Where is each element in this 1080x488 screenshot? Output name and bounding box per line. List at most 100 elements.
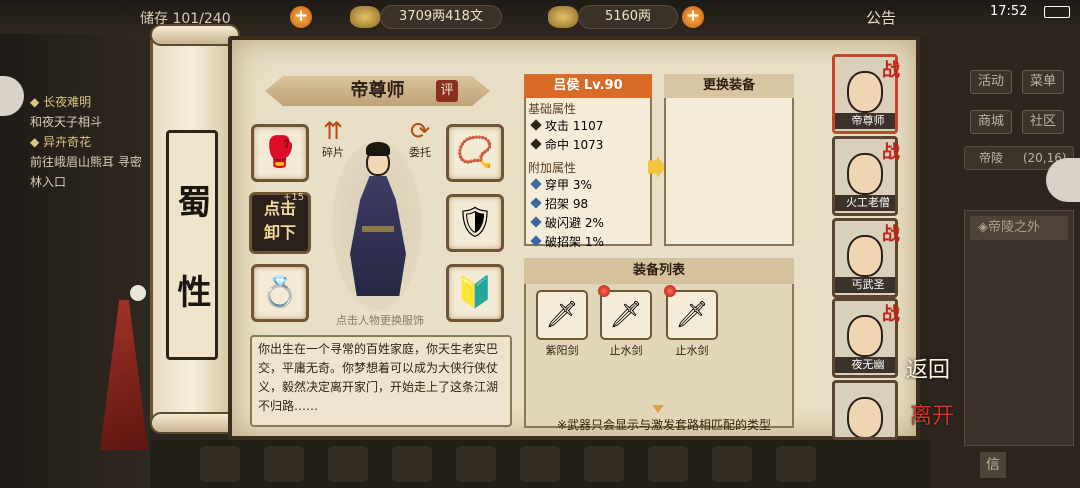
- pendant-slot[interactable]: 🔰: [446, 264, 504, 322]
- avatar: [847, 315, 883, 357]
- roster-name: 帝尊师: [835, 113, 895, 129]
- stat-header: 吕侯 Lv.90: [524, 74, 652, 98]
- unequip-button[interactable]: 点击 卸下: [249, 197, 311, 245]
- quest-title: ◆ 异卉奇花: [30, 135, 92, 149]
- activity-button[interactable]: 活动: [970, 70, 1012, 94]
- equipment-item[interactable]: 🗡: [666, 290, 718, 340]
- return-button[interactable]: 返回: [906, 360, 956, 382]
- diamond-icon: [530, 119, 542, 131]
- menu-icon[interactable]: [200, 446, 240, 482]
- minimap-panel: [964, 210, 1074, 446]
- avatar: [847, 235, 883, 277]
- new-badge-icon: [598, 285, 610, 297]
- equipment-name: 止水剑: [675, 344, 709, 357]
- roster-member[interactable]: [832, 380, 898, 440]
- quest-tracker[interactable]: ◆ 长夜难明 和夜天子相斗 ◆ 异卉奇花 前往峨眉山熊耳 寻密林入口: [30, 92, 150, 192]
- silver-coin-icon: [350, 6, 380, 28]
- base-stat-title: 基础属性: [528, 102, 577, 116]
- bracer-slot[interactable]: 🥊: [251, 124, 309, 182]
- quest-item[interactable]: ◆ 异卉奇花 前往峨眉山熊耳 寻密林入口: [30, 132, 150, 192]
- extra-stat-title: 附加属性: [528, 161, 577, 175]
- menu-icon[interactable]: [776, 446, 816, 482]
- menu-icon[interactable]: [392, 446, 432, 482]
- equipment-name: 紫阳剑: [545, 344, 579, 357]
- armor-icon: 🛡: [455, 205, 495, 240]
- change-equipment-panel[interactable]: [664, 74, 794, 246]
- outfit-hint: 点击人物更换服饰: [336, 314, 424, 327]
- stat-row: 破招架 1%: [528, 233, 650, 252]
- stat-row: 招架 98: [528, 195, 650, 214]
- community-button[interactable]: 社区: [1022, 110, 1064, 134]
- scroll-bottom-roller: [150, 412, 240, 434]
- entrust-icon[interactable]: ⟳: [405, 116, 435, 146]
- character-belt: [362, 226, 394, 232]
- menu-icon[interactable]: [456, 446, 496, 482]
- roster-name: 火工老僧: [835, 195, 895, 211]
- quest-detail: 和夜天子相斗: [30, 115, 103, 129]
- weapon-level: +15: [283, 192, 305, 203]
- menu-button[interactable]: 菜单: [1022, 70, 1064, 94]
- rate-button[interactable]: 评: [436, 80, 458, 102]
- entrust-label: 委托: [409, 146, 431, 159]
- menu-icon[interactable]: [520, 446, 560, 482]
- diamond-icon: [530, 197, 542, 209]
- equipment-name: 止水剑: [609, 344, 643, 357]
- diamond-icon: [530, 138, 542, 150]
- leave-button[interactable]: 离开: [910, 406, 956, 428]
- stat-row: 攻击 1107: [528, 117, 650, 136]
- necklace-slot[interactable]: 📿: [446, 124, 504, 182]
- menu-icon[interactable]: [648, 446, 688, 482]
- equipment-item[interactable]: 🗡: [536, 290, 588, 340]
- avatar: [847, 153, 883, 195]
- location-name: 帝陵: [979, 151, 1004, 165]
- character-hair: [366, 142, 390, 156]
- menu-icon[interactable]: [712, 446, 752, 482]
- battle-mark: 战: [882, 60, 900, 81]
- new-badge-icon: [664, 285, 676, 297]
- scroll-top-roller: [150, 24, 240, 46]
- avatar: [847, 397, 883, 437]
- sword-icon: 🗡: [545, 300, 579, 330]
- mail-button[interactable]: 信: [980, 452, 1006, 478]
- stat-row: 破闪避 2%: [528, 214, 650, 233]
- clock: 17:52: [990, 4, 1028, 19]
- diamond-icon: ◆: [30, 135, 40, 149]
- stat-row: 命中 1073: [528, 136, 650, 155]
- gold-plus-button[interactable]: +: [682, 6, 704, 28]
- battle-mark: 战: [882, 224, 900, 245]
- roster-name: 夜无幽: [835, 357, 895, 373]
- ring-slot[interactable]: 💍: [251, 264, 309, 322]
- quest-detail: 前往峨眉山熊耳 寻密林入口: [30, 155, 142, 189]
- pendant-icon: 🔰: [456, 275, 494, 310]
- bag-plus-button[interactable]: +: [290, 6, 312, 28]
- gold-amount: 5160两: [578, 5, 678, 29]
- quest-title: ◆ 长夜难明: [30, 95, 92, 109]
- menu-icon[interactable]: [584, 446, 624, 482]
- equipment-item[interactable]: 🗡: [600, 290, 652, 340]
- bracelet-icon: 📿: [456, 135, 494, 170]
- map-entry[interactable]: ◈帝陵之外: [970, 216, 1068, 240]
- battle-mark: 战: [882, 142, 900, 163]
- shop-button[interactable]: 商城: [970, 110, 1012, 134]
- menu-icon[interactable]: [264, 446, 304, 482]
- fragment-icon[interactable]: ⇈: [318, 116, 348, 146]
- ring-icon: 💍: [261, 275, 299, 310]
- notice-button[interactable]: 公告: [866, 7, 896, 28]
- roster-name: 丐武圣: [835, 277, 895, 293]
- sword-icon: 🗡: [675, 300, 709, 330]
- avatar: [847, 71, 883, 113]
- quest-item[interactable]: ◆ 长夜难明 和夜天子相斗: [30, 92, 150, 132]
- silver-amount: 3709两418文: [380, 5, 502, 29]
- stat-list: 基础属性 攻击 1107 命中 1073 附加属性 穿甲 3% 招架 98 破闪…: [528, 100, 650, 252]
- tassel-bead: [130, 285, 146, 301]
- diamond-icon: [530, 178, 542, 190]
- diamond-icon: ◆: [30, 95, 40, 109]
- battle-mark: 战: [882, 304, 900, 325]
- diamond-icon: [530, 216, 542, 228]
- equipment-note: ※武器只会显示与激发套路相匹配的类型: [556, 418, 772, 432]
- diamond-icon: [530, 235, 542, 247]
- armor-slot[interactable]: 🛡: [446, 194, 504, 252]
- category-label: 蜀 性: [166, 130, 218, 360]
- menu-icon[interactable]: [328, 446, 368, 482]
- sword-icon: 🗡: [609, 300, 643, 330]
